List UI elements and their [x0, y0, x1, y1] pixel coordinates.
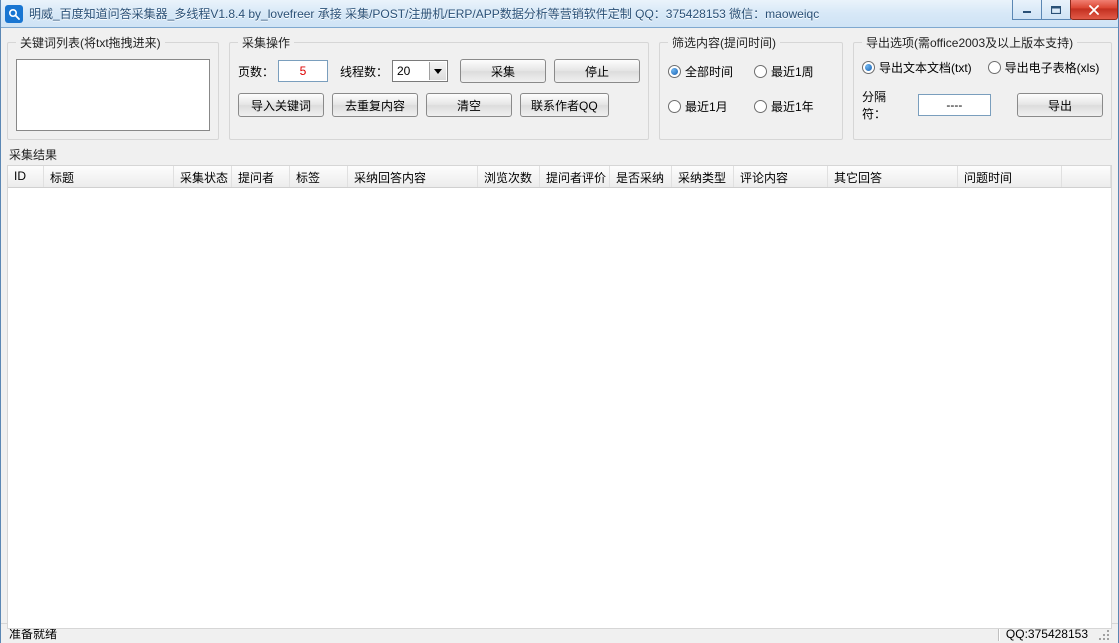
import-keywords-button[interactable]: 导入关键词 — [238, 93, 324, 117]
radio-icon — [668, 65, 681, 78]
resize-grip-icon[interactable] — [1096, 627, 1110, 641]
radio-icon — [754, 100, 767, 113]
stop-button[interactable]: 停止 — [554, 59, 640, 83]
filter-radio-1y-label: 最近1年 — [771, 98, 814, 115]
minimize-button[interactable] — [1012, 0, 1042, 20]
radio-icon — [862, 61, 875, 74]
col-status[interactable]: 采集状态 — [174, 166, 232, 187]
col-other-answers[interactable]: 其它回答 — [828, 166, 958, 187]
group-ops: 采集操作 页数： 5 线程数： 20 采集 停止 导入关键词 去重复内容 清空 … — [229, 34, 649, 140]
col-id[interactable]: ID — [8, 166, 44, 187]
table-body — [8, 188, 1111, 628]
radio-icon — [668, 100, 681, 113]
col-question-time[interactable]: 问题时间 — [958, 166, 1062, 187]
export-radio-xls[interactable]: 导出电子表格(xls) — [988, 59, 1100, 76]
col-views[interactable]: 浏览次数 — [478, 166, 540, 187]
results-label: 采集结果 — [9, 146, 1112, 163]
filter-radio-all-label: 全部时间 — [685, 63, 733, 80]
export-button[interactable]: 导出 — [1017, 93, 1103, 117]
table-header: ID 标题 采集状态 提问者 标签 采纳回答内容 浏览次数 提问者评价 是否采纳… — [8, 166, 1111, 188]
contact-author-button[interactable]: 联系作者QQ — [520, 93, 609, 117]
col-title[interactable]: 标题 — [44, 166, 174, 187]
export-radio-txt-label: 导出文本文档(txt) — [879, 59, 972, 76]
separator-label: 分隔符： — [862, 88, 906, 122]
maximize-button[interactable] — [1041, 0, 1071, 20]
filter-radio-1y[interactable]: 最近1年 — [754, 98, 834, 115]
export-radio-txt[interactable]: 导出文本文档(txt) — [862, 59, 972, 76]
filter-radio-1w[interactable]: 最近1周 — [754, 63, 834, 80]
pages-input[interactable]: 5 — [278, 60, 328, 82]
window-title: 明威_百度知道问答采集器_多线程V1.8.4 by_lovefreer 承接 采… — [29, 5, 819, 22]
keyword-textarea[interactable] — [16, 59, 210, 131]
threads-select[interactable]: 20 — [392, 60, 448, 82]
filter-radio-1w-label: 最近1周 — [771, 63, 814, 80]
col-comments[interactable]: 评论内容 — [734, 166, 828, 187]
close-button[interactable] — [1070, 0, 1118, 20]
group-keywords-legend: 关键词列表(将txt拖拽进来) — [16, 34, 165, 51]
results-table[interactable]: ID 标题 采集状态 提问者 标签 采纳回答内容 浏览次数 提问者评价 是否采纳… — [7, 165, 1112, 629]
app-icon — [5, 5, 23, 23]
radio-icon — [754, 65, 767, 78]
dedupe-button[interactable]: 去重复内容 — [332, 93, 418, 117]
group-filter-legend: 筛选内容(提问时间) — [668, 34, 780, 51]
pages-label: 页数： — [238, 63, 274, 80]
separator-input[interactable]: ---- — [918, 94, 991, 116]
radio-icon — [988, 61, 1001, 74]
export-radio-xls-label: 导出电子表格(xls) — [1005, 59, 1100, 76]
group-export-legend: 导出选项(需office2003及以上版本支持) — [862, 34, 1077, 51]
col-accept-type[interactable]: 采纳类型 — [672, 166, 734, 187]
col-rating[interactable]: 提问者评价 — [540, 166, 610, 187]
group-filter: 筛选内容(提问时间) 全部时间 最近1周 最近1月 最近1年 — [659, 34, 843, 140]
clear-button[interactable]: 清空 — [426, 93, 512, 117]
window-controls — [1013, 0, 1118, 20]
filter-radio-all[interactable]: 全部时间 — [668, 63, 748, 80]
group-ops-legend: 采集操作 — [238, 34, 294, 51]
titlebar: 明威_百度知道问答采集器_多线程V1.8.4 by_lovefreer 承接 采… — [1, 0, 1118, 28]
col-tags[interactable]: 标签 — [290, 166, 348, 187]
col-accepted-answer[interactable]: 采纳回答内容 — [348, 166, 478, 187]
filter-radio-1m-label: 最近1月 — [685, 98, 728, 115]
threads-label: 线程数： — [340, 63, 388, 80]
group-keywords: 关键词列表(将txt拖拽进来) — [7, 34, 219, 140]
col-is-accepted[interactable]: 是否采纳 — [610, 166, 672, 187]
col-asker[interactable]: 提问者 — [232, 166, 290, 187]
threads-value: 20 — [397, 64, 410, 78]
collect-button[interactable]: 采集 — [460, 59, 546, 83]
col-spacer — [1062, 166, 1111, 187]
group-export: 导出选项(需office2003及以上版本支持) 导出文本文档(txt) 导出电… — [853, 34, 1112, 140]
filter-radio-1m[interactable]: 最近1月 — [668, 98, 748, 115]
